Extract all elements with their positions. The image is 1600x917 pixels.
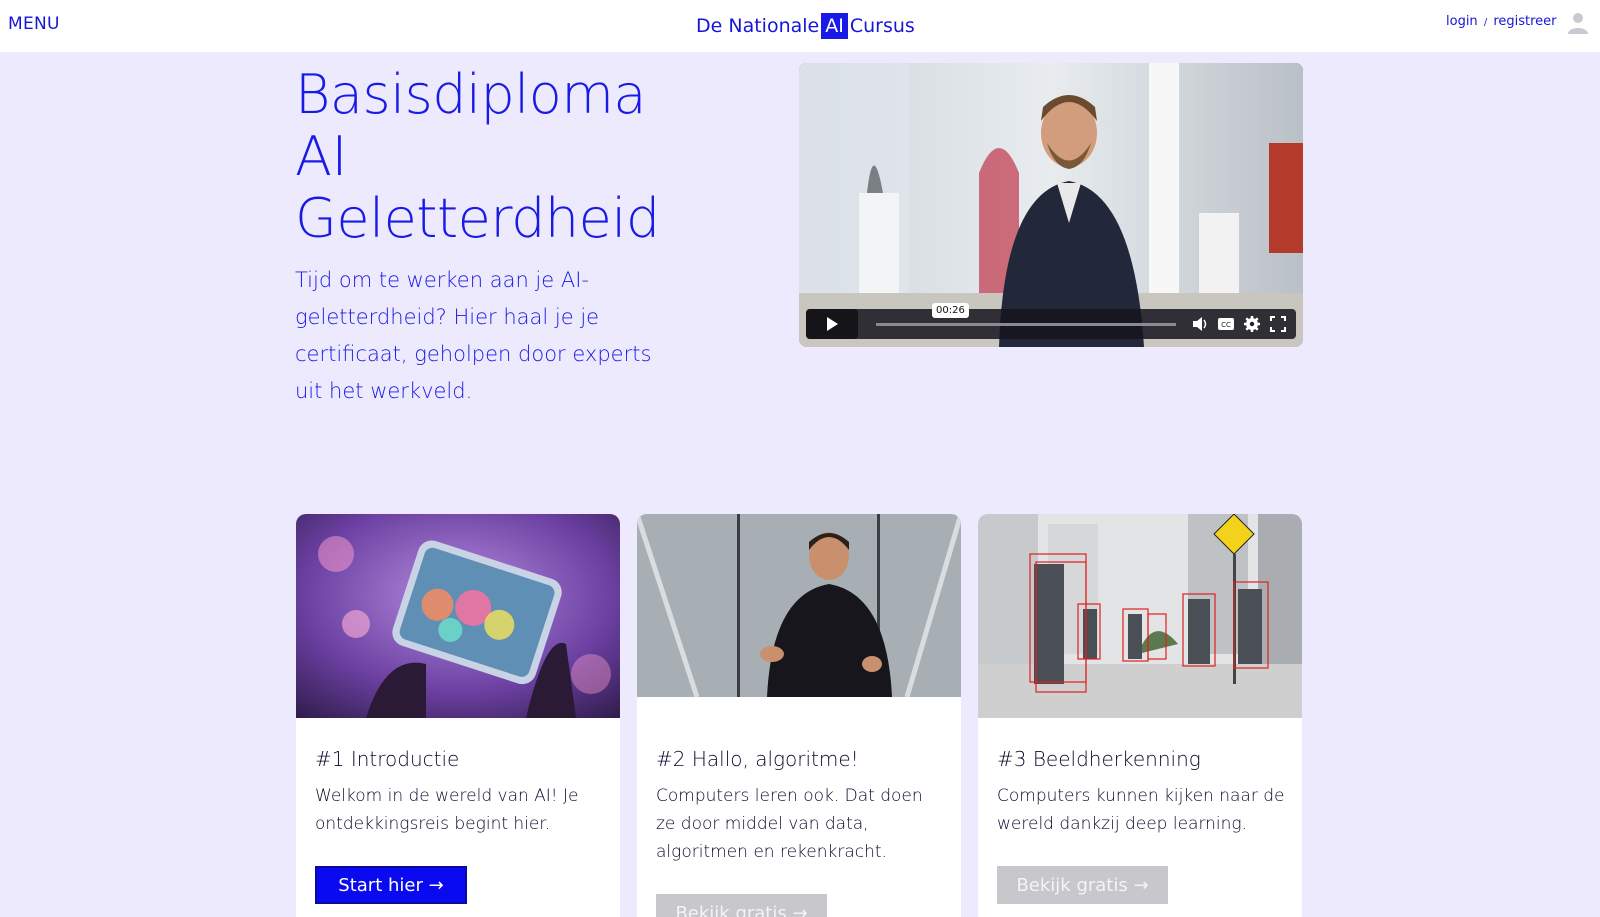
brand-logo[interactable]: De Nationale AI Cursus (696, 12, 915, 40)
title-line-1: Basisdiploma (295, 63, 647, 126)
captions-icon[interactable]: CC (1217, 315, 1235, 333)
svg-text:CC: CC (1221, 321, 1231, 329)
play-icon (827, 317, 838, 331)
card-title: #2 Hallo, algoritme! (656, 747, 859, 771)
brand-ai-badge: AI (821, 13, 848, 39)
title-line-3: Geletterdheid (295, 187, 660, 250)
video-player[interactable]: 00:26 CC (799, 63, 1303, 347)
hero-description: Tijd om te werken aan je AI-geletterdhei… (295, 268, 652, 403)
video-frame (799, 63, 1303, 347)
card-description: Computers kunnen kijken naar de wereld d… (997, 786, 1285, 834)
card-title: #3 Beeldherkenning (997, 747, 1201, 771)
title-line-2: AI (295, 125, 347, 188)
login-link[interactable]: login (1446, 14, 1478, 29)
watch-free-button[interactable]: Bekijk gratis → (997, 866, 1168, 904)
volume-icon[interactable] (1191, 315, 1209, 333)
card-image-smartphone (296, 514, 620, 718)
video-progress-bar[interactable]: 00:26 (876, 303, 1176, 326)
course-card-introductie: #1 Introductie Welkom in de wereld van A… (296, 514, 620, 917)
top-navigation: MENU De Nationale AI Cursus login / regi… (0, 0, 1600, 52)
video-timestamp: 00:26 (932, 303, 969, 318)
video-controls: 00:26 CC (806, 303, 1296, 339)
card-description: Computers leren ook. Dat doen ze door mi… (656, 786, 923, 862)
auth-separator: / (1483, 17, 1488, 28)
menu-button[interactable]: MENU (8, 14, 60, 34)
start-here-button[interactable]: Start hier → (315, 866, 467, 904)
card-image-street-detection (978, 514, 1302, 718)
page-title: Basisdiploma AI Geletterdheid (295, 64, 695, 250)
card-title: #1 Introductie (315, 747, 460, 771)
card-image-speaker (637, 514, 961, 697)
user-icon[interactable] (1566, 10, 1590, 34)
brand-text-post: Cursus (849, 15, 915, 37)
brand-text-pre: De Nationale (696, 15, 820, 37)
watch-free-button[interactable]: Bekijk gratis → (656, 894, 827, 917)
play-button[interactable] (806, 309, 858, 339)
course-card-beeldherkenning: #3 Beeldherkenning Computers kunnen kijk… (978, 514, 1302, 917)
settings-gear-icon[interactable] (1243, 315, 1261, 333)
card-description: Welkom in de wereld van AI! Je ontdekkin… (315, 786, 579, 834)
course-card-algoritme: #2 Hallo, algoritme! Computers leren ook… (637, 514, 961, 917)
auth-links: login / registreer (1446, 14, 1557, 29)
register-link[interactable]: registreer (1493, 14, 1556, 29)
fullscreen-icon[interactable] (1269, 315, 1287, 333)
